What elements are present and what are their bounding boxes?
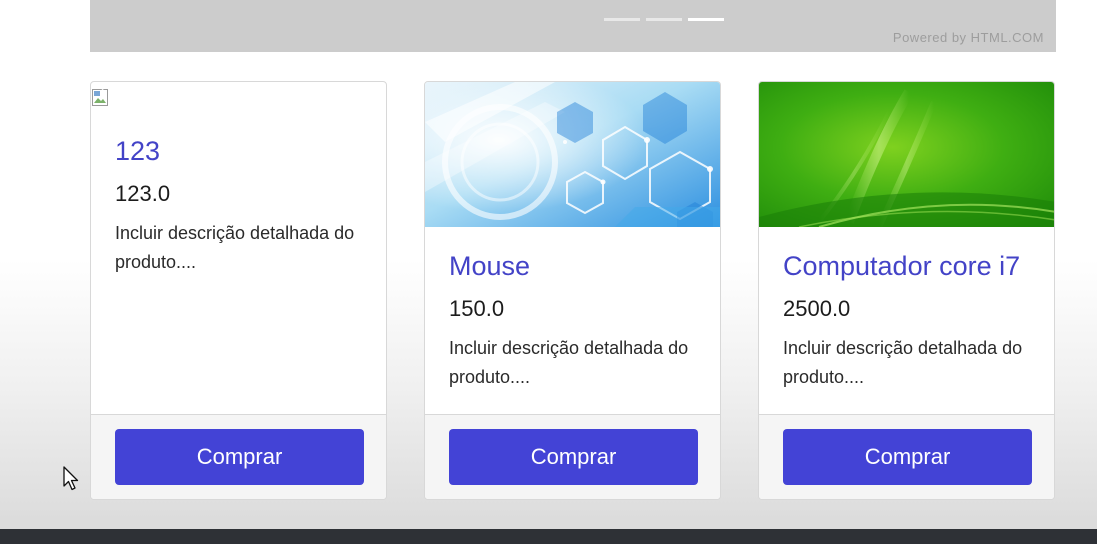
product-description: Incluir descrição detalhada do produto..… [783,338,1023,387]
product-image [91,82,386,132]
buy-button[interactable]: Comprar [115,429,364,485]
buy-button[interactable]: Comprar [783,429,1032,485]
mouse-pointer-icon [63,466,79,491]
buy-button[interactable]: Comprar [449,429,698,485]
bottom-bar [0,529,1097,544]
product-image [759,82,1054,227]
card-footer: Comprar [425,414,720,499]
product-title[interactable]: Computador core i7 [783,250,1030,282]
carousel-indicator-3[interactable] [688,18,724,21]
carousel: Powered by HTML.COM [90,0,1056,52]
product-price: 123.0 [115,181,171,206]
carousel-indicator-2[interactable] [646,18,682,21]
product-card: Mouse 150.0 Incluir descrição detalhada … [424,81,721,500]
product-description: Incluir descrição detalhada do produto..… [115,223,355,272]
card-body: Computador core i7 2500.0 Incluir descri… [759,227,1054,392]
product-image [425,82,720,227]
powered-by-text: Powered by HTML.COM [892,30,1044,45]
card-footer: Comprar [759,414,1054,499]
product-price: 2500.0 [783,296,851,321]
product-title[interactable]: Mouse [449,250,696,282]
blue-hexagon-tech-image [425,82,720,227]
card-footer: Comprar [91,414,386,499]
carousel-indicators [604,18,724,21]
broken-image-icon [92,89,108,106]
card-body: 123 123.0 Incluir descrição detalhada do… [91,132,386,277]
product-title[interactable]: 123 [115,135,362,167]
product-price: 150.0 [449,296,505,321]
carousel-indicator-1[interactable] [604,18,640,21]
product-description: Incluir descrição detalhada do produto..… [449,338,689,387]
card-body: Mouse 150.0 Incluir descrição detalhada … [425,227,720,392]
green-abstract-image [759,82,1054,227]
product-card: 123 123.0 Incluir descrição detalhada do… [90,81,387,500]
product-card: Computador core i7 2500.0 Incluir descri… [758,81,1055,500]
